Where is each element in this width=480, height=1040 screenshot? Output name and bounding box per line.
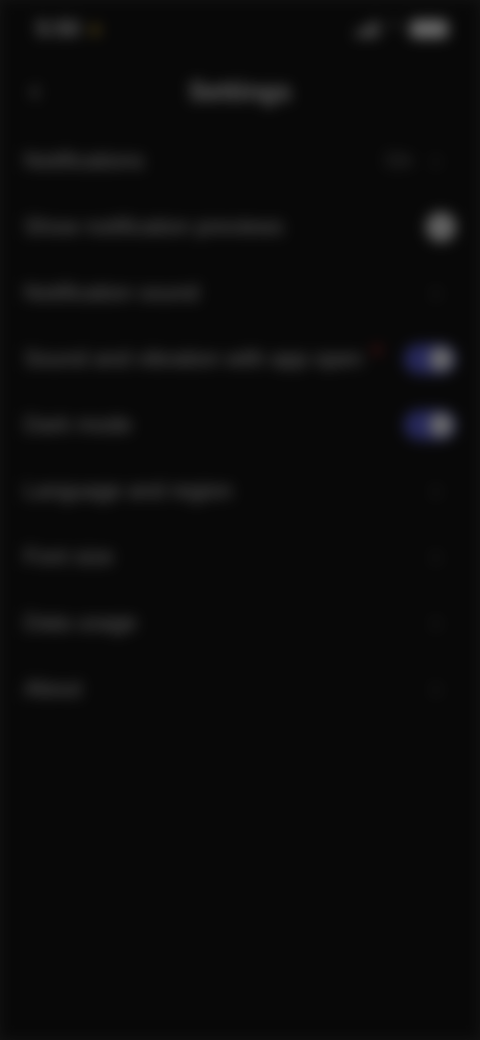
settings-row-label: Notification sound (24, 280, 199, 305)
new-badge-dot (372, 346, 381, 354)
settings-row-notification-previews[interactable]: Show notification previews (0, 194, 480, 260)
selection-circle[interactable] (426, 212, 456, 242)
settings-row-label: Dark mode (24, 412, 132, 437)
settings-row-label: Notifications (24, 148, 144, 173)
wifi-icon: ◠ (386, 18, 402, 38)
chevron-right-icon: › (432, 609, 440, 636)
chevron-right-icon: › (432, 543, 440, 570)
top-bar: ‹ Settings (0, 60, 480, 124)
settings-row-dark-mode: Dark mode (0, 392, 480, 458)
settings-row-font-size[interactable]: Font size › (0, 524, 480, 590)
settings-row-label: Data usage (24, 610, 137, 635)
settings-row-in-app-sound: Sound and vibration with app open (0, 326, 480, 392)
screen: 5:50 ◠ ‹ Settings Notifications On › Sho… (0, 0, 480, 1040)
status-icons: ◠ (356, 18, 448, 39)
settings-row-notification-sound[interactable]: Notification sound › (0, 260, 480, 326)
chevron-right-icon: › (432, 147, 440, 174)
battery-icon (410, 19, 448, 38)
settings-row-data-usage[interactable]: Data usage › (0, 590, 480, 656)
toggle-knob (429, 347, 453, 371)
settings-row-label: Language and region (24, 478, 232, 503)
chevron-right-icon: › (432, 279, 440, 306)
settings-row-notifications[interactable]: Notifications On › (0, 128, 480, 194)
chevron-right-icon: › (432, 675, 440, 702)
status-time: 5:50 (36, 16, 101, 42)
signal-icon (356, 20, 379, 37)
page-title: Settings (188, 76, 292, 106)
toggle-knob (429, 413, 453, 437)
settings-row-language[interactable]: Language and region › (0, 458, 480, 524)
settings-row-label: Sound and vibration with app open (24, 346, 404, 372)
recording-dot-icon (90, 25, 101, 36)
status-bar: 5:50 ◠ (0, 0, 480, 60)
in-app-sound-toggle[interactable] (404, 344, 456, 374)
settings-row-label: Font size (24, 544, 114, 569)
settings-row-label: Show notification previews (24, 214, 284, 239)
settings-list: Notifications On › Show notification pre… (0, 128, 480, 722)
settings-row-about[interactable]: About › (0, 656, 480, 722)
status-time-text: 5:50 (36, 16, 81, 41)
chevron-right-icon: › (432, 477, 440, 504)
settings-row-value: On (385, 149, 412, 172)
settings-row-label: About (24, 676, 82, 701)
dark-mode-toggle[interactable] (404, 410, 456, 440)
